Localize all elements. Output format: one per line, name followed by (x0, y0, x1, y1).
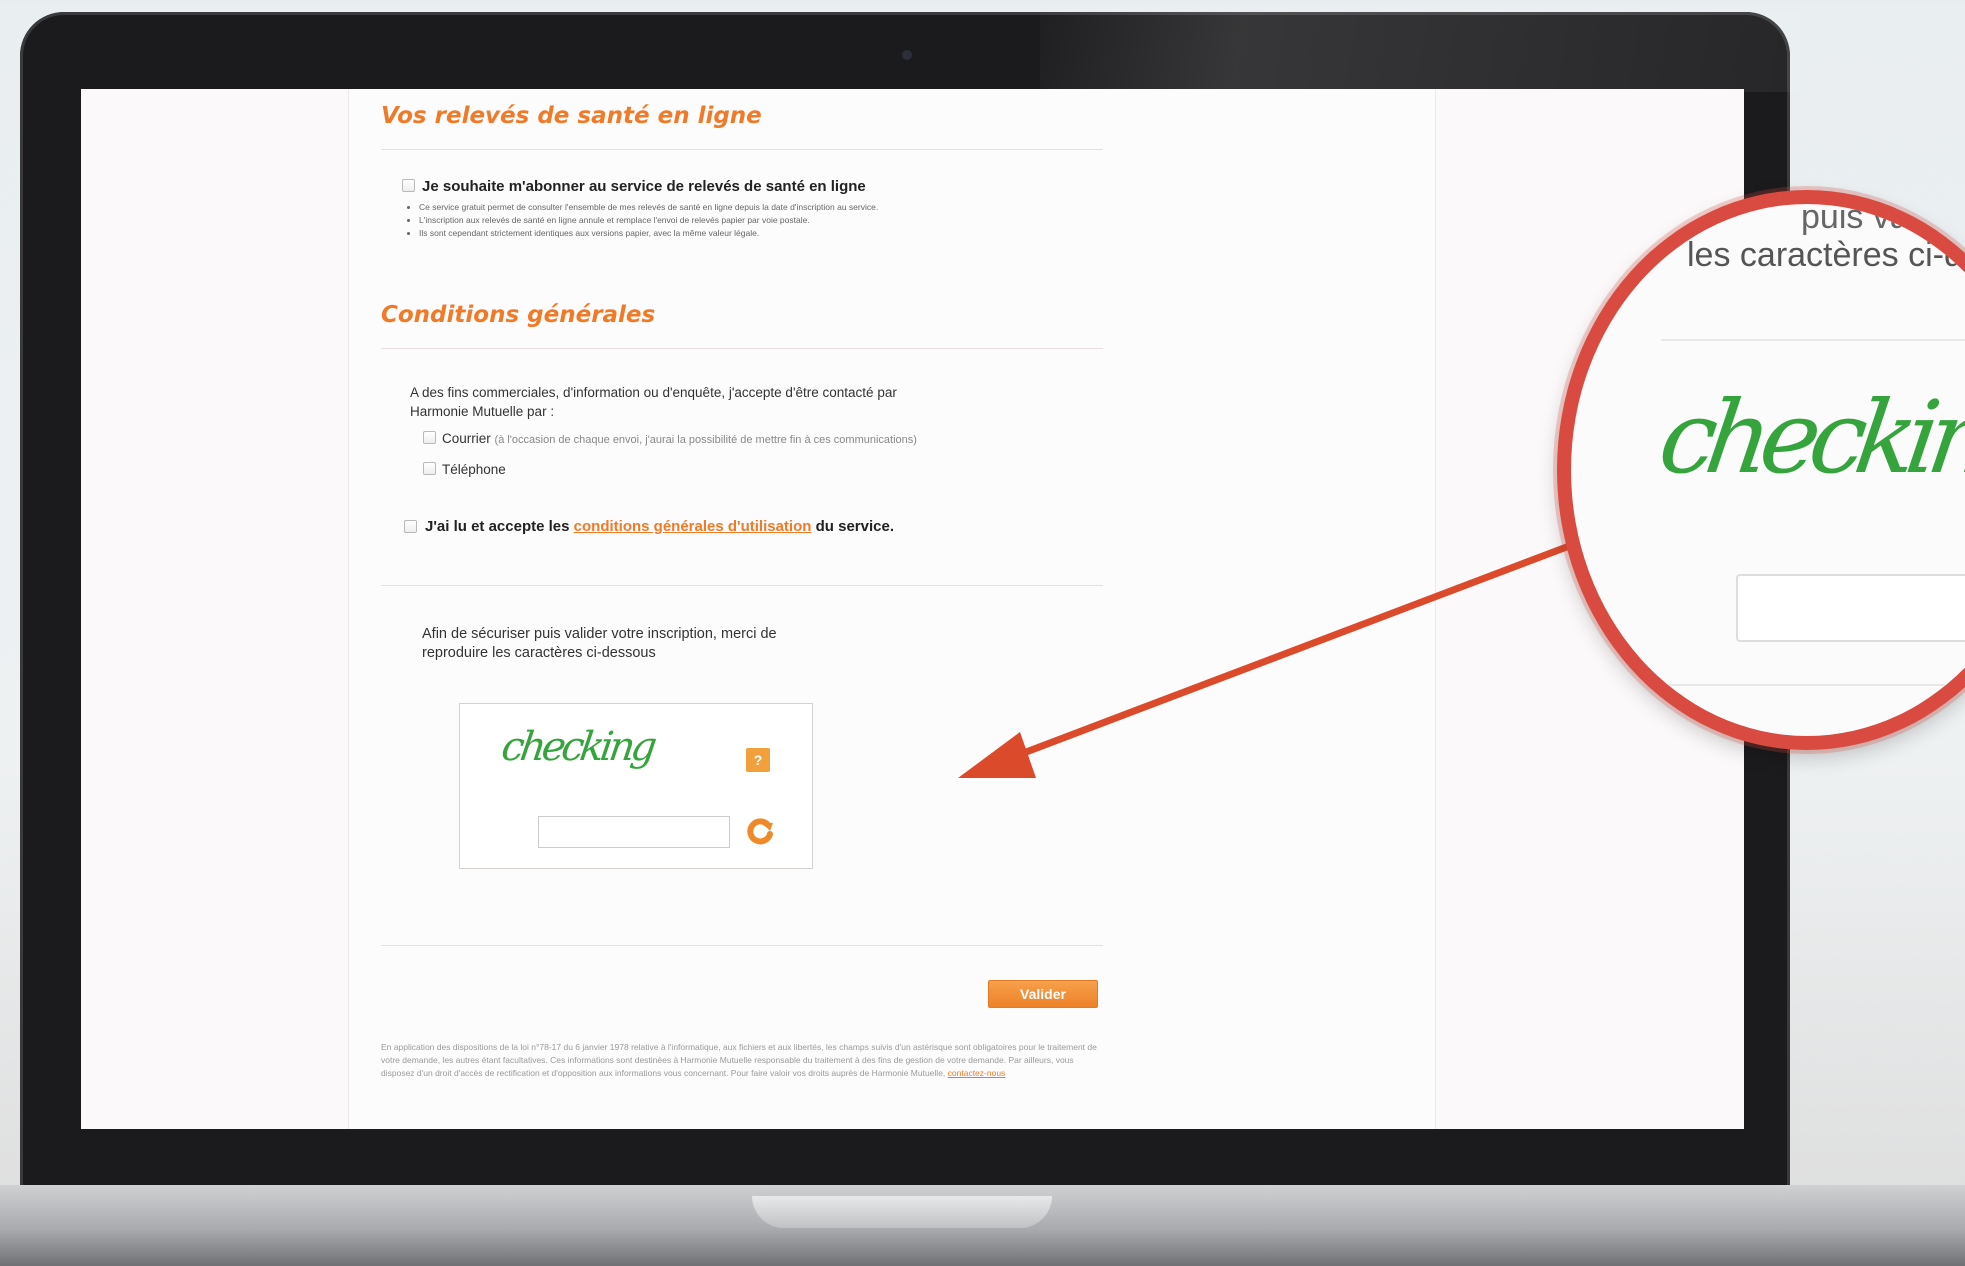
magnified-captcha-input (1736, 574, 1965, 642)
divider (1661, 684, 1965, 686)
magnified-text-line2: les caractères ci-des (1687, 236, 1965, 274)
divider (1661, 339, 1965, 341)
magnified-text-line1: puis valid (1801, 198, 1943, 236)
magnified-captcha-image: checking (1652, 379, 1965, 496)
